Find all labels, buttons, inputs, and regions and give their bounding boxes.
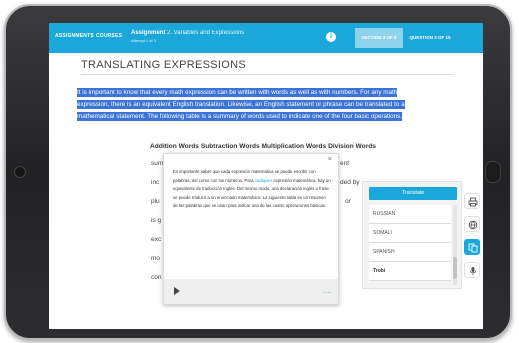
header-multiplication: Multiplication Words <box>261 143 327 150</box>
table-cell: plu <box>151 198 160 205</box>
translate-panel: Translate RUSSIAN SOMALI SPANISH Trobi <box>362 181 462 289</box>
translated-text: Es importante saber que cada expresión m… <box>173 168 331 211</box>
table-cell: or <box>345 198 351 205</box>
assignment-label: Assignment <box>131 30 166 36</box>
app-screen: ASSIGNMENTS COURSES Assignment 2. Variab… <box>49 23 483 329</box>
language-option[interactable]: RUSSIAN <box>369 205 451 224</box>
section-button[interactable]: SECTION 3 OF 8 <box>355 28 403 48</box>
language-option[interactable]: SOMALI <box>369 224 451 243</box>
table-cell: con <box>151 274 162 281</box>
attempt-counter: Attempt 1 of 3 <box>131 38 156 43</box>
info-icon[interactable]: i <box>326 32 336 42</box>
table-cell: mo <box>151 255 161 262</box>
camera <box>14 166 26 178</box>
translated-text-link[interactable]: cualquier <box>255 178 272 183</box>
table-cell: ent <box>340 160 350 167</box>
more-options[interactable]: .... <box>323 289 332 295</box>
header-subtraction: Subtraction Words <box>200 143 260 150</box>
translate-icon[interactable] <box>464 239 480 255</box>
close-icon[interactable]: × <box>328 156 332 163</box>
table-cell: ded by <box>340 179 360 186</box>
microphone-icon[interactable] <box>464 262 480 278</box>
top-navigation-bar: ASSIGNMENTS COURSES Assignment 2. Variab… <box>49 23 483 53</box>
header-division: Division Words <box>328 143 376 150</box>
scrollbar-thumb[interactable] <box>453 257 457 279</box>
printer-icon[interactable] <box>464 193 480 209</box>
home-button <box>485 161 501 183</box>
paragraph-line: mathematical statement. The following ta… <box>77 112 403 122</box>
language-option[interactable]: Trobi <box>369 262 451 281</box>
question-button[interactable]: QUESTION 3 OF 15 <box>405 28 455 48</box>
paragraph-line: expression, there is an equivalent Engli… <box>77 100 405 110</box>
translate-button[interactable]: Translate <box>369 187 457 200</box>
language-option[interactable]: SPANISH <box>369 243 451 262</box>
table-cell: exc <box>151 236 162 243</box>
play-icon[interactable] <box>174 287 180 295</box>
header-addition: Addition Words <box>150 143 199 150</box>
operations-table-header: Addition Words Subtraction Words Multipl… <box>150 143 376 150</box>
popup-audio-bar: .... <box>164 279 338 304</box>
highlighted-paragraph[interactable]: It is important to know that every math … <box>77 87 455 124</box>
page-title: TRANSLATING EXPRESSIONS <box>81 59 247 71</box>
translation-popup: × Es importante saber que cada expresión… <box>163 153 339 305</box>
table-cell: inc <box>151 179 160 186</box>
assignment-title: 2. Variables and Expressions <box>167 30 245 36</box>
title-divider <box>81 74 453 75</box>
language-list: RUSSIAN SOMALI SPANISH Trobi <box>369 205 451 281</box>
nav-assignments[interactable]: ASSIGNMENTS <box>55 33 94 39</box>
globe-icon[interactable] <box>464 216 480 232</box>
tablet-frame: ASSIGNMENTS COURSES Assignment 2. Variab… <box>4 4 512 340</box>
paragraph-line: It is important to know that every math … <box>77 88 398 97</box>
table-cell: is g <box>151 217 162 224</box>
table-cell: sum <box>151 160 164 167</box>
language-scrollbar[interactable] <box>453 205 457 285</box>
nav-courses[interactable]: COURSES <box>96 33 122 39</box>
